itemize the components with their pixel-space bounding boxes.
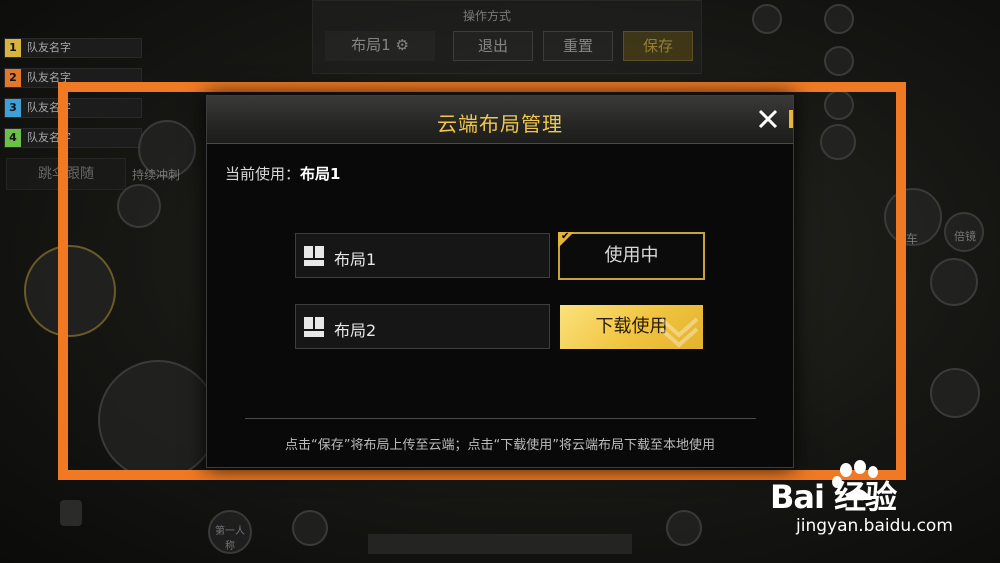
team-number: 1 — [5, 39, 21, 57]
dialog-title: 云端布局管理 — [437, 112, 563, 136]
watermark-brand: Bai 经验 — [770, 478, 897, 516]
header-accent — [789, 110, 793, 128]
exit-button[interactable]: 退出 — [453, 31, 533, 61]
reset-label: 重置 — [562, 37, 593, 55]
cloud-layout-dialog: 云端布局管理 当前使用：布局1 布局1 ✔ 使用中 布局2 下载使用 点击“保存… — [206, 95, 794, 468]
exit-label: 退出 — [477, 37, 508, 55]
reset-button[interactable]: 重置 — [543, 31, 613, 61]
check-icon: ✔ — [561, 231, 570, 242]
backpack-icon — [60, 500, 82, 526]
footer-note: 点击“保存”将布局上传至云端；点击“下载使用”将云端布局下载至本地使用 — [285, 438, 715, 453]
layout-row-1: 布局1 — [295, 233, 550, 278]
current-layout-value: 布局1 — [300, 165, 341, 183]
current-layout: 当前使用：布局1 — [225, 163, 340, 184]
operation-mode-bar: 操作方式 布局1 ⚙ 退出 重置 保存 — [312, 0, 702, 74]
save-label: 保存 — [642, 37, 673, 55]
download-use-button[interactable]: 下载使用 — [560, 305, 703, 349]
team-name: 队友名字 — [27, 41, 71, 54]
health-bar — [368, 534, 632, 554]
close-button[interactable] — [753, 104, 783, 134]
settings-gear-icon[interactable] — [824, 4, 854, 34]
layout-name-label: 布局1 — [334, 250, 377, 269]
jump-icon[interactable] — [930, 368, 980, 418]
perspective-label: 第一人称 — [215, 526, 245, 552]
speaker-icon[interactable] — [824, 46, 854, 76]
team-number: 3 — [5, 99, 21, 117]
car-label: 车 — [906, 232, 919, 246]
chat-icon[interactable] — [752, 4, 782, 34]
scope-label: 倍镜 — [954, 230, 976, 243]
team-row: 1 队友名字 — [4, 38, 142, 58]
current-layout-prefix: 当前使用： — [225, 165, 301, 183]
dialog-header: 云端布局管理 — [207, 96, 793, 144]
gear-icon: ⚙ — [395, 36, 409, 54]
close-icon — [758, 109, 778, 129]
layout-name-label: 布局2 — [334, 321, 377, 340]
divider — [245, 418, 756, 419]
chevron-decoration-icon — [659, 317, 699, 348]
baidu-watermark: Bai 经验 jingyan.baidu.com — [762, 458, 982, 548]
layout-icon — [304, 246, 324, 266]
team-number: 4 — [5, 129, 21, 147]
grenade-icon[interactable] — [666, 510, 702, 546]
layout-selector-label: 布局1 — [351, 36, 391, 54]
layout-row-2: 布局2 — [295, 304, 550, 349]
in-use-label: 使用中 — [604, 245, 659, 266]
medkit-icon[interactable] — [292, 510, 328, 546]
team-number: 2 — [5, 69, 21, 87]
watermark-url: jingyan.baidu.com — [796, 516, 953, 536]
layout-selector[interactable]: 布局1 ⚙ — [325, 31, 435, 61]
layout-icon — [304, 317, 324, 337]
save-button[interactable]: 保存 — [623, 31, 693, 61]
operation-mode-title: 操作方式 — [463, 9, 512, 23]
aim-icon[interactable] — [930, 258, 978, 306]
in-use-button[interactable]: ✔ 使用中 — [558, 231, 705, 280]
